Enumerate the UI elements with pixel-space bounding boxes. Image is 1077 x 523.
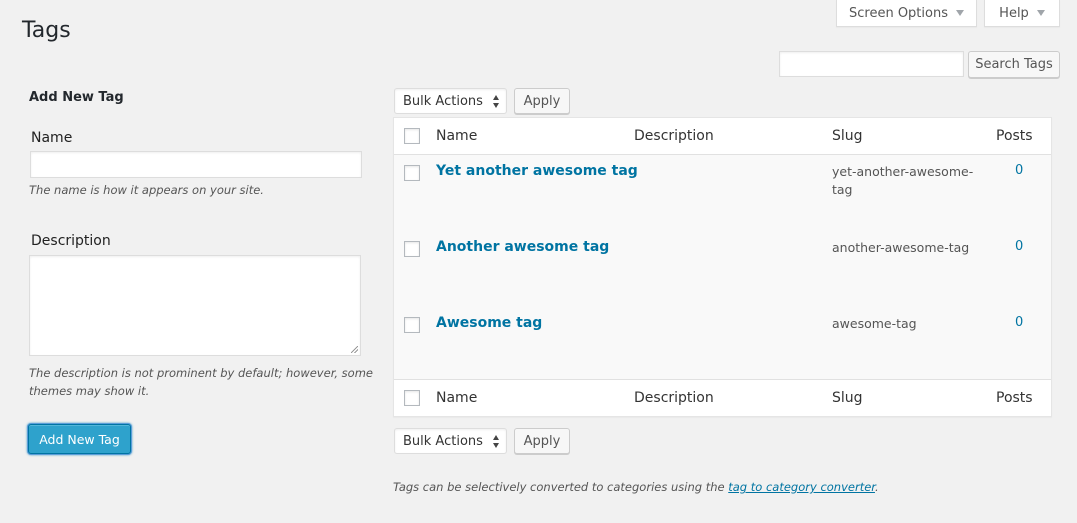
description-hint-line1: The description is not prominent by defa… [29,366,373,380]
converter-note: Tags can be selectively converted to cat… [393,480,879,494]
column-footer-slug[interactable]: Slug [832,390,863,406]
tag-post-count[interactable]: 0 [1015,239,1023,254]
tag-slug: another-awesome-tag [832,240,970,255]
name-field[interactable] [30,151,362,178]
row-checkbox[interactable] [404,317,420,333]
table-footer: Name Description Slug Posts [394,379,1051,416]
column-header-slug[interactable]: Slug [832,128,863,144]
tag-name-link[interactable]: Yet another awesome tag [436,163,638,179]
add-new-tag-heading: Add New Tag [29,90,124,105]
page-title: Tags [22,18,71,43]
help-tab[interactable]: Help [984,0,1060,27]
up-down-arrows-icon [493,435,500,448]
search-input[interactable] [779,51,964,77]
column-header-posts[interactable]: Posts [996,128,1033,144]
tag-name-link[interactable]: Another awesome tag [436,239,609,255]
tag-post-count[interactable]: 0 [1015,163,1023,178]
column-header-description[interactable]: Description [634,128,714,144]
bulk-actions-select-top[interactable]: Bulk Actions [394,88,507,114]
description-field[interactable] [29,255,361,356]
add-new-tag-button[interactable]: Add New Tag [28,424,131,454]
column-header-name[interactable]: Name [436,128,477,144]
description-label: Description [31,233,111,249]
tag-name-link[interactable]: Awesome tag [436,315,542,331]
resize-handle-icon[interactable] [351,346,358,353]
search-tags-button[interactable]: Search Tags [968,51,1060,78]
name-hint: The name is how it appears on your site. [29,183,264,197]
tag-to-category-converter-link[interactable]: tag to category converter [728,480,875,494]
column-footer-posts[interactable]: Posts [996,390,1033,406]
table-header: Name Description Slug Posts [394,118,1051,155]
apply-button-bottom[interactable]: Apply [514,428,570,454]
screen-options-label: Screen Options [849,5,948,21]
screen-options-tab[interactable]: Screen Options [836,0,977,27]
row-checkbox[interactable] [404,165,420,181]
tag-slug: awesome-tag [832,316,917,331]
converter-note-text: Tags can be selectively converted to cat… [393,480,729,494]
select-all-checkbox-footer[interactable] [404,390,420,406]
converter-note-suffix: . [874,480,879,494]
tags-table: Name Description Slug Posts Yet another … [393,117,1052,417]
row-checkbox[interactable] [404,241,420,257]
apply-button-top[interactable]: Apply [514,88,570,114]
bulk-actions-select-bottom[interactable]: Bulk Actions [394,428,507,454]
column-footer-description[interactable]: Description [634,390,714,406]
description-hint-line2: themes may show it. [29,384,150,398]
tag-slug-line1: yet-another-awesome- [832,164,974,179]
select-all-checkbox[interactable] [404,128,420,144]
chevron-down-icon [956,10,964,16]
chevron-down-icon [1036,10,1045,16]
column-footer-name[interactable]: Name [436,390,477,406]
help-label: Help [999,5,1029,21]
tag-post-count[interactable]: 0 [1015,315,1023,330]
name-label: Name [31,130,73,146]
up-down-arrows-icon [493,95,500,108]
bulk-actions-selected: Bulk Actions [403,93,483,109]
bulk-actions-selected: Bulk Actions [403,433,483,449]
tag-slug-line2: tag [832,182,853,197]
